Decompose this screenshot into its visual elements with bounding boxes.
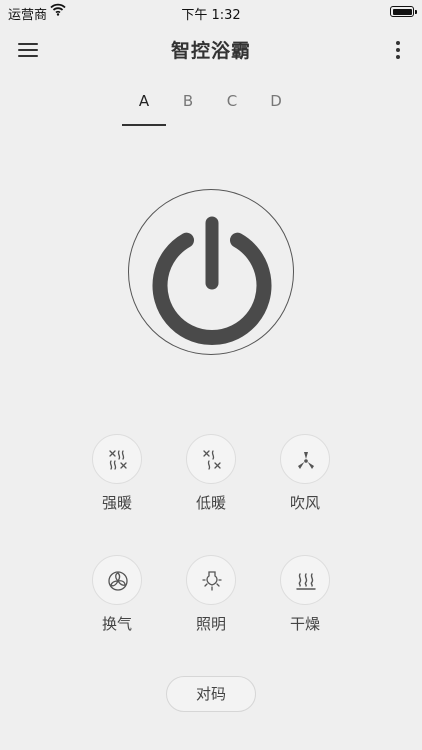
- pair-button[interactable]: 对码: [166, 676, 256, 712]
- active-tab-indicator: [122, 124, 166, 126]
- status-time: 下午 1:32: [181, 8, 241, 23]
- more-icon: [396, 41, 400, 45]
- strong-heat-icon: [109, 450, 127, 470]
- ventilation-label: 换气: [101, 615, 132, 633]
- low-heat-button[interactable]: 低暖: [171, 434, 251, 524]
- drying-icon: [296, 573, 316, 590]
- ventilation-button[interactable]: 换气: [77, 555, 157, 645]
- device-tabs: A B C D: [122, 86, 298, 128]
- more-options-button[interactable]: [384, 36, 412, 64]
- drying-label: 干燥: [289, 615, 320, 633]
- nav-bar: 智控浴霸: [0, 24, 422, 76]
- status-bar: 运营商 下午 1:32: [0, 0, 422, 24]
- tab-c[interactable]: C: [210, 86, 254, 126]
- strong-heat-label: 强暖: [101, 494, 132, 512]
- lighting-button[interactable]: 照明: [171, 555, 251, 645]
- tab-b[interactable]: B: [166, 86, 210, 126]
- low-heat-icon: [203, 450, 221, 470]
- tab-a[interactable]: A: [122, 86, 166, 126]
- fan-button[interactable]: 吹风: [265, 434, 345, 524]
- lightbulb-icon: [202, 571, 222, 591]
- power-icon: [152, 216, 272, 346]
- ventilation-icon: [108, 571, 128, 591]
- power-button[interactable]: [128, 189, 294, 355]
- tab-d[interactable]: D: [254, 86, 298, 126]
- strong-heat-button[interactable]: 强暖: [77, 434, 157, 524]
- page-title: 智控浴霸: [170, 40, 251, 62]
- battery-icon: [390, 6, 417, 17]
- fan-icon: [298, 452, 314, 469]
- low-heat-label: 低暖: [195, 494, 226, 512]
- drying-button[interactable]: 干燥: [265, 555, 345, 645]
- fan-label: 吹风: [289, 494, 320, 512]
- lighting-label: 照明: [195, 615, 226, 633]
